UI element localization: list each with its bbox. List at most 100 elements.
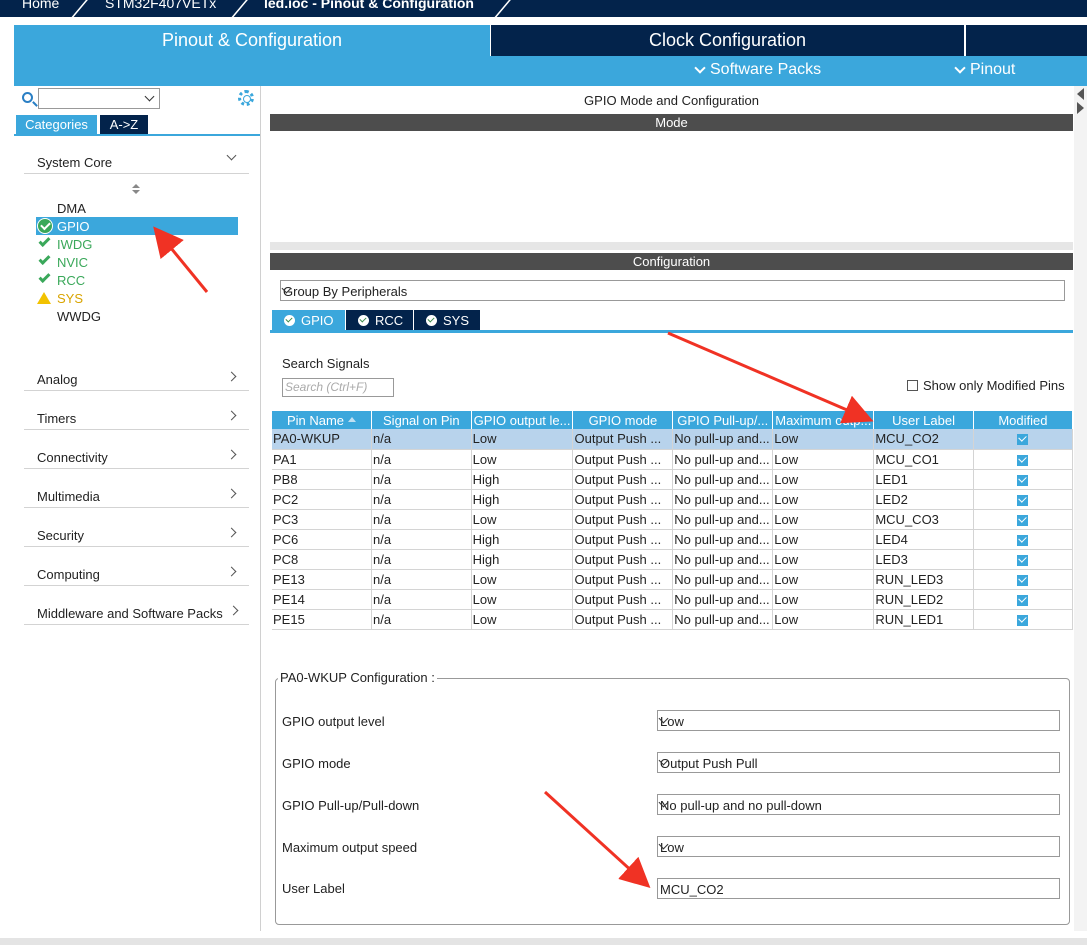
categories-panel: Categories A->Z System Core DMA GPIO IWD… [14,86,261,931]
panel-splitter[interactable] [270,242,1073,250]
table-cell: High [471,469,574,490]
table-cell: High [471,529,574,550]
table-row[interactable]: PC2 n/a High Output Push ... No pull-up and.… [272,489,1074,510]
tab-clock-configuration[interactable]: Clock Configuration [491,25,964,56]
table-row[interactable]: PE14 n/a Low Output Push ... No pull-up and.… [272,589,1074,610]
modified-checkbox[interactable] [1017,454,1029,466]
periph-nvic[interactable]: NVIC [36,252,238,271]
modified-checkbox[interactable] [1017,494,1029,506]
group-by-select[interactable]: Group By Peripherals [280,280,1065,301]
tab-sys[interactable]: SYS [414,310,480,330]
table-cell: Low [471,609,574,630]
crumb-home[interactable]: Home [22,0,59,11]
column-header[interactable]: User Label [873,411,974,429]
section-connectivity[interactable]: Connectivity [24,441,249,469]
modified-checkbox[interactable] [1017,474,1029,486]
modified-checkbox[interactable] [1017,614,1029,626]
modified-checkbox[interactable] [1017,554,1029,566]
table-cell: Output Push ... [572,489,674,510]
sub-toolbar: Software Packs Pinout [14,56,1087,86]
crumb-device[interactable]: STM32F407VETx [105,0,216,11]
modified-checkbox[interactable] [1017,434,1029,446]
gear-icon[interactable] [238,90,254,106]
crumb-project[interactable]: led.ioc - Pinout & Configuration [264,0,474,11]
tab-pinout-configuration[interactable]: Pinout & Configuration [14,25,490,56]
user-label-input[interactable]: MCU_CO2 [657,878,1060,899]
modified-checkbox[interactable] [1017,534,1029,546]
max-output-speed-select[interactable]: Low [657,836,1060,857]
crumb-separator [69,0,93,17]
check-circle-icon [284,314,295,326]
tab-categories[interactable]: Categories [16,115,97,134]
pin-config-title: PA0-WKUP Configuration : [278,670,437,685]
table-row[interactable]: PC3 n/a Low Output Push ... No pull-up and..… [272,509,1074,530]
search-signals-input[interactable]: Search (Ctrl+F) [282,378,394,397]
table-cell: Low [772,429,875,450]
collapse-left-icon[interactable] [1077,88,1084,100]
table-row[interactable]: PB8 n/a High Output Push ... No pull-up and.… [272,469,1074,490]
table-row[interactable]: PE13 n/a Low Output Push ... No pull-up and.… [272,569,1074,590]
chevron-down-icon [694,61,706,74]
section-security[interactable]: Security [24,519,249,547]
table-cell: Low [772,529,875,550]
table-cell: n/a [371,449,472,470]
tab-a-to-z[interactable]: A->Z [100,115,148,134]
show-modified-toggle[interactable]: Show only Modified Pins [907,378,1065,393]
periph-sys[interactable]: SYS [36,289,238,307]
column-header[interactable]: Signal on Pin [371,411,472,429]
expand-right-icon[interactable] [1077,102,1084,114]
column-header[interactable]: Modified [973,411,1074,429]
periph-gpio[interactable]: GPIO [36,217,238,235]
tab-project-manager[interactable] [966,25,1087,56]
field-label: Maximum output speed [282,840,418,855]
group-by-value: Group By Peripherals [283,284,408,299]
section-middleware[interactable]: Middleware and Software Packs [24,597,249,625]
section-computing[interactable]: Computing [24,558,249,586]
section-label: Timers [37,411,77,426]
right-collapse-strip[interactable] [1074,86,1087,931]
table-row[interactable]: PA1 n/a Low Output Push ... No pull-up and..… [272,449,1074,470]
gpio-pull-select[interactable]: No pull-up and no pull-down [657,794,1060,815]
section-analog[interactable]: Analog [24,363,249,391]
sort-icon[interactable] [132,184,140,196]
table-cell: Output Push ... [572,609,674,630]
section-timers[interactable]: Timers [24,402,249,430]
checkbox[interactable] [907,380,918,391]
column-header[interactable]: GPIO Pull-up/... [672,411,774,429]
search-icon[interactable] [22,92,33,103]
table-row[interactable]: PA0-WKUP n/a Low Output Push ... No pull-up … [272,429,1074,450]
tab-label: GPIO [301,312,334,328]
column-header[interactable]: GPIO mode [572,411,674,429]
table-row[interactable]: PC6 n/a High Output Push ... No pull-up and.… [272,529,1074,550]
periph-dma[interactable]: DMA [36,199,238,217]
section-multimedia[interactable]: Multimedia [24,480,249,508]
modified-cell [973,429,1074,450]
modified-checkbox[interactable] [1017,574,1029,586]
modified-checkbox[interactable] [1017,594,1029,606]
table-cell: LED1 [873,469,974,490]
table-row[interactable]: PC8 n/a High Output Push ... No pull-up and.… [272,549,1074,570]
column-header[interactable]: Pin Name [272,411,372,429]
table-cell: No pull-up and... [672,449,774,470]
category-search-combo[interactable] [38,88,160,109]
gpio-output-level-select[interactable]: Low [657,710,1060,731]
section-system-core[interactable]: System Core [24,146,249,174]
column-header[interactable]: GPIO output le... [471,411,574,429]
table-cell: n/a [371,569,472,590]
modified-checkbox[interactable] [1017,514,1029,526]
table-cell: RUN_LED2 [873,589,974,610]
periph-wwdg[interactable]: WWDG [36,307,238,325]
column-header[interactable]: Maximum outp... [772,411,875,429]
tab-rcc[interactable]: RCC [346,310,413,330]
pinout-menu[interactable]: Pinout [954,61,1015,79]
tab-gpio[interactable]: GPIO [272,310,345,330]
table-cell: Output Push ... [572,509,674,530]
periph-rcc[interactable]: RCC [36,270,238,289]
gpio-mode-select[interactable]: Output Push Pull [657,752,1060,773]
periph-label: DMA [57,201,86,216]
periph-iwdg[interactable]: IWDG [36,234,238,253]
search-signals-label: Search Signals [282,356,370,371]
table-row[interactable]: PE15 n/a Low Output Push ... No pull-up and.… [272,609,1074,630]
software-packs-menu[interactable]: Software Packs [694,61,821,79]
field-label: GPIO Pull-up/Pull-down [282,798,420,813]
